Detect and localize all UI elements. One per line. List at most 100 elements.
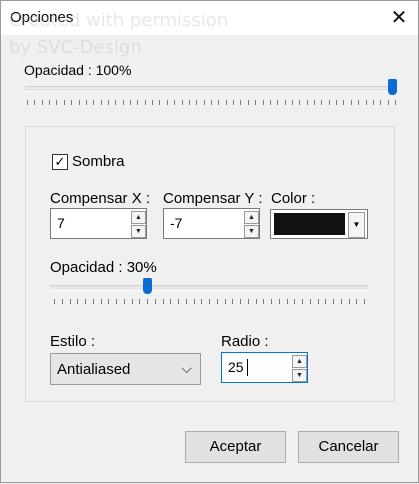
- radius-spinner[interactable]: 25 ▲ ▼: [221, 352, 308, 383]
- opacity-main-label: Opacidad : 100%: [24, 62, 132, 78]
- slider-tick: [85, 100, 87, 105]
- offset-x-spinner[interactable]: 7 ▲ ▼: [50, 208, 147, 239]
- slider-tick: [159, 100, 161, 105]
- slider-tick: [122, 100, 124, 105]
- slider-tick: [196, 100, 198, 105]
- chevron-down-icon[interactable]: ▼: [244, 225, 259, 238]
- cancel-button[interactable]: Cancelar: [298, 431, 399, 463]
- color-picker[interactable]: ▼: [270, 209, 368, 239]
- offset-y-value[interactable]: -7: [170, 215, 182, 231]
- slider-tick: [188, 100, 190, 105]
- slider-tick: [255, 299, 257, 304]
- slider-tick: [115, 100, 117, 105]
- radius-label: Radio :: [221, 333, 269, 350]
- style-select[interactable]: Antialiased ⌵: [50, 353, 201, 385]
- slider-tick: [116, 299, 117, 304]
- slider-tick: [358, 100, 360, 105]
- slider-tick: [372, 100, 374, 105]
- slider-tick: [41, 100, 43, 105]
- text-caret: [247, 359, 248, 376]
- offset-y-label: Compensar Y :: [163, 190, 263, 207]
- shadow-opacity-thumb[interactable]: [142, 278, 152, 294]
- slider-tick: [209, 299, 210, 304]
- chevron-up-icon[interactable]: ▲: [131, 211, 146, 224]
- slider-tick: [178, 299, 179, 304]
- shadow-checkbox[interactable]: ✓: [52, 154, 68, 170]
- style-value: Antialiased: [57, 361, 131, 378]
- slider-tick: [34, 100, 36, 105]
- slider-tick: [263, 299, 265, 304]
- slider-tick: [166, 100, 168, 105]
- shadow-opacity-slider[interactable]: [50, 285, 368, 291]
- chevron-up-icon[interactable]: ▲: [244, 211, 259, 224]
- opacity-main-thumb[interactable]: [388, 79, 397, 95]
- close-icon[interactable]: ✕: [388, 7, 410, 29]
- radius-value[interactable]: 25: [228, 359, 244, 375]
- accept-button[interactable]: Aceptar: [185, 431, 286, 463]
- slider-tick: [69, 299, 71, 304]
- opacity-main-slider[interactable]: [25, 86, 397, 92]
- slider-tick: [100, 299, 102, 304]
- slider-tick: [387, 100, 389, 105]
- style-label: Estilo :: [50, 333, 96, 350]
- offset-y-spinner[interactable]: -7 ▲ ▼: [163, 208, 260, 239]
- slider-tick: [380, 100, 382, 105]
- slider-tick: [233, 100, 235, 105]
- color-label: Color :: [271, 190, 316, 207]
- slider-tick: [203, 100, 205, 105]
- slider-tick: [211, 100, 212, 105]
- chevron-up-icon[interactable]: ▲: [292, 355, 307, 368]
- slider-tick: [348, 299, 350, 304]
- slider-tick: [314, 100, 316, 105]
- slider-tick: [152, 100, 154, 105]
- slider-tick: [162, 299, 164, 304]
- slider-tick: [247, 100, 249, 105]
- slider-tick: [294, 299, 296, 304]
- chevron-down-icon[interactable]: ⌵: [181, 360, 192, 377]
- slider-tick: [56, 100, 58, 105]
- slider-tick: [271, 299, 272, 304]
- slider-tick: [278, 299, 280, 304]
- slider-tick: [232, 299, 234, 304]
- slider-tick: [193, 299, 195, 304]
- chevron-down-icon[interactable]: ▼: [131, 225, 146, 238]
- slider-tick: [71, 100, 73, 105]
- shadow-opacity-ticks: [54, 299, 365, 305]
- slider-tick: [78, 100, 80, 105]
- slider-tick: [328, 100, 330, 105]
- watermark-line2: by SVC-Design: [9, 37, 142, 58]
- chevron-down-icon[interactable]: ▼: [348, 212, 365, 238]
- slider-tick: [299, 100, 301, 105]
- slider-tick: [107, 100, 109, 105]
- slider-tick: [325, 299, 327, 304]
- slider-tick: [181, 100, 183, 105]
- shadow-opacity-label: Opacidad : 30%: [50, 259, 157, 276]
- slider-tick: [365, 100, 367, 105]
- slider-tick: [343, 100, 345, 105]
- slider-tick: [61, 299, 63, 304]
- slider-tick: [333, 299, 334, 304]
- slider-tick: [54, 299, 55, 304]
- slider-tick: [85, 299, 86, 304]
- slider-tick: [144, 100, 146, 105]
- slider-tick: [240, 299, 241, 304]
- slider-tick: [291, 100, 293, 105]
- slider-tick: [100, 100, 102, 105]
- slider-tick: [93, 100, 95, 105]
- slider-tick: [364, 299, 365, 304]
- shadow-checkbox-label: Sombra: [72, 153, 125, 170]
- color-swatch[interactable]: [274, 213, 345, 235]
- title-bar[interactable]: Opciones ✕: [1, 1, 418, 35]
- options-dialog: Opciones ✕ Created with permission by SV…: [0, 0, 419, 483]
- slider-tick: [269, 100, 271, 105]
- chevron-down-icon[interactable]: ▼: [292, 369, 307, 382]
- offset-x-value[interactable]: 7: [57, 215, 65, 231]
- slider-tick: [201, 299, 203, 304]
- slider-tick: [218, 100, 220, 105]
- dialog-title: Opciones: [10, 9, 74, 26]
- slider-tick: [225, 100, 227, 105]
- slider-tick: [350, 100, 352, 105]
- slider-tick: [321, 100, 323, 105]
- slider-tick: [137, 100, 139, 105]
- slider-tick: [92, 299, 94, 304]
